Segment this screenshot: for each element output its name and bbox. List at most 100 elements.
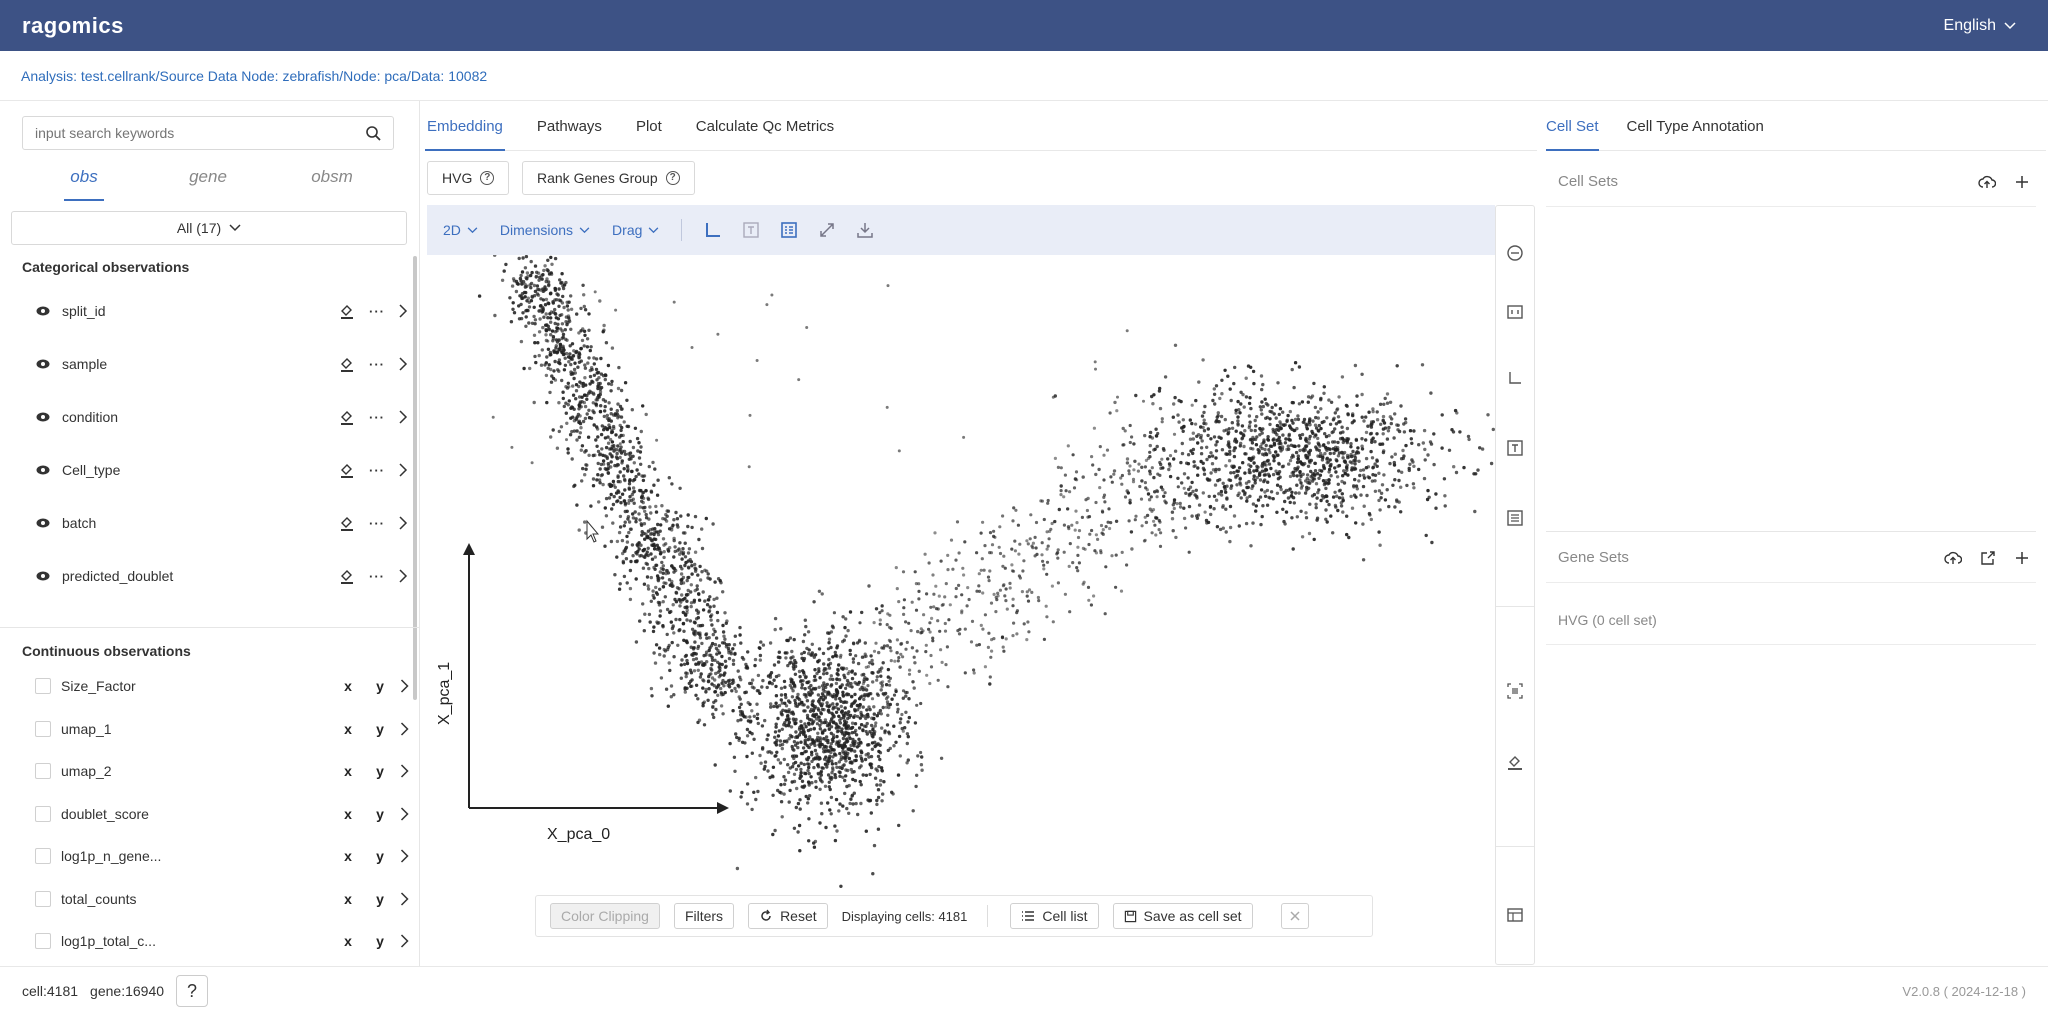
color-clipping-button[interactable]: Color Clipping: [550, 903, 660, 929]
chevron-right-icon[interactable]: [396, 806, 414, 821]
embedding-scatter-plot[interactable]: X_pca_0 X_pca_1: [427, 255, 1495, 965]
upload-cloud-icon[interactable]: [1978, 174, 1996, 190]
zoom-out-icon[interactable]: [1506, 244, 1524, 262]
checkbox[interactable]: [35, 720, 51, 737]
axes-icon[interactable]: [1506, 369, 1524, 387]
legend-icon[interactable]: [1506, 509, 1524, 527]
y-axis-toggle[interactable]: y: [364, 721, 396, 737]
continuous-item[interactable]: Size_Factor x y: [22, 666, 414, 706]
tab-obs[interactable]: obs: [22, 161, 146, 201]
x-axis-toggle[interactable]: x: [332, 763, 364, 779]
chevron-right-icon[interactable]: [399, 569, 408, 583]
paint-bucket-icon[interactable]: [339, 303, 355, 319]
more-icon[interactable]: ···: [369, 463, 385, 478]
dimensions-dropdown[interactable]: Dimensions: [500, 222, 590, 238]
save-as-cell-set-button[interactable]: Save as cell set: [1112, 903, 1253, 929]
chevron-right-icon[interactable]: [396, 849, 414, 863]
tab-plot[interactable]: Plot: [636, 101, 662, 150]
drag-dropdown[interactable]: Drag: [612, 222, 659, 238]
more-icon[interactable]: ···: [369, 569, 385, 584]
search-input[interactable]: [35, 125, 335, 141]
close-button[interactable]: [1280, 903, 1309, 929]
cell-list-button[interactable]: Cell list: [1010, 903, 1099, 929]
add-icon[interactable]: [2014, 550, 2030, 566]
eye-icon[interactable]: [36, 306, 50, 316]
categorical-item[interactable]: sample ···: [22, 344, 412, 384]
tab-cell-type-annotation[interactable]: Cell Type Annotation: [1627, 101, 1764, 150]
scrollbar[interactable]: [413, 256, 417, 700]
help-button[interactable]: ?: [176, 975, 209, 1007]
chevron-right-icon[interactable]: [399, 304, 408, 318]
upload-cloud-icon[interactable]: [1944, 550, 1962, 566]
help-icon[interactable]: ?: [480, 171, 495, 185]
y-axis-toggle[interactable]: y: [364, 891, 396, 907]
axes-icon[interactable]: [702, 219, 724, 241]
filter-dropdown[interactable]: All (17): [11, 211, 407, 245]
x-axis-toggle[interactable]: x: [332, 806, 364, 822]
y-axis-toggle[interactable]: y: [364, 806, 396, 822]
search-box[interactable]: [22, 116, 394, 150]
filters-button[interactable]: Filters: [673, 903, 735, 929]
rank-genes-group-button[interactable]: Rank Genes Group ?: [522, 161, 695, 195]
breadcrumb[interactable]: Analysis: test.cellrank/Source Data Node…: [0, 51, 2048, 101]
x-axis-toggle[interactable]: x: [332, 678, 364, 694]
search-icon[interactable]: [365, 125, 381, 141]
gene-set-item-hvg[interactable]: HVG (0 cell set): [1546, 595, 2036, 645]
continuous-item[interactable]: umap_1 x y: [22, 709, 414, 749]
frame-icon[interactable]: [1506, 303, 1524, 321]
expand-icon[interactable]: [816, 219, 838, 241]
paint-bucket-icon[interactable]: [339, 515, 355, 531]
checkbox[interactable]: [35, 890, 51, 907]
paint-bucket-icon[interactable]: [339, 568, 355, 584]
app-logo[interactable]: ragomics: [22, 13, 124, 39]
more-icon[interactable]: ···: [369, 516, 385, 531]
y-axis-toggle[interactable]: y: [364, 933, 396, 949]
checkbox[interactable]: [35, 763, 51, 779]
categorical-item[interactable]: predicted_doublet ···: [22, 556, 412, 596]
add-icon[interactable]: [2014, 174, 2030, 190]
fit-view-icon[interactable]: [1506, 682, 1524, 700]
chevron-right-icon[interactable]: [399, 463, 408, 477]
eye-icon[interactable]: [36, 359, 50, 369]
text-label-icon[interactable]: [740, 219, 762, 241]
x-axis-toggle[interactable]: x: [332, 721, 364, 737]
download-icon[interactable]: [854, 219, 876, 241]
eye-icon[interactable]: [36, 571, 50, 581]
checkbox[interactable]: [35, 933, 51, 949]
checkbox[interactable]: [35, 678, 51, 694]
continuous-item[interactable]: log1p_n_gene... x y: [22, 836, 414, 876]
categorical-item[interactable]: split_id ···: [22, 291, 412, 331]
y-axis-toggle[interactable]: y: [364, 678, 396, 694]
paint-bucket-icon[interactable]: [339, 409, 355, 425]
chevron-right-icon[interactable]: [396, 891, 414, 906]
chevron-right-icon[interactable]: [396, 679, 414, 693]
export-icon[interactable]: [1980, 550, 1996, 566]
continuous-item[interactable]: total_counts x y: [22, 879, 414, 919]
tab-calculate-qc-metrics[interactable]: Calculate Qc Metrics: [696, 101, 834, 150]
text-icon[interactable]: [1506, 439, 1524, 457]
eye-icon[interactable]: [36, 518, 50, 528]
y-axis-toggle[interactable]: y: [364, 763, 396, 779]
chevron-right-icon[interactable]: [399, 357, 408, 371]
chevron-right-icon[interactable]: [399, 516, 408, 530]
help-icon[interactable]: ?: [665, 171, 680, 185]
chevron-right-icon[interactable]: [396, 934, 414, 948]
y-axis-toggle[interactable]: y: [364, 848, 396, 864]
continuous-item[interactable]: log1p_total_c... x y: [22, 921, 414, 961]
x-axis-toggle[interactable]: x: [332, 848, 364, 864]
chevron-right-icon[interactable]: [396, 764, 414, 778]
continuous-item[interactable]: doublet_score x y: [22, 794, 414, 834]
tab-embedding[interactable]: Embedding: [425, 101, 505, 151]
reset-button[interactable]: Reset: [748, 903, 828, 929]
x-axis-toggle[interactable]: x: [332, 891, 364, 907]
language-selector[interactable]: English: [1944, 17, 2016, 35]
tab-obsm[interactable]: obsm: [270, 161, 394, 201]
categorical-item[interactable]: Cell_type ···: [22, 450, 412, 490]
mode-dropdown[interactable]: 2D: [443, 222, 478, 238]
panel-icon[interactable]: [1506, 906, 1524, 924]
x-axis-toggle[interactable]: x: [332, 933, 364, 949]
eye-icon[interactable]: [36, 412, 50, 422]
categorical-item[interactable]: condition ···: [22, 397, 412, 437]
checkbox[interactable]: [35, 848, 51, 864]
legend-icon[interactable]: [778, 219, 800, 241]
